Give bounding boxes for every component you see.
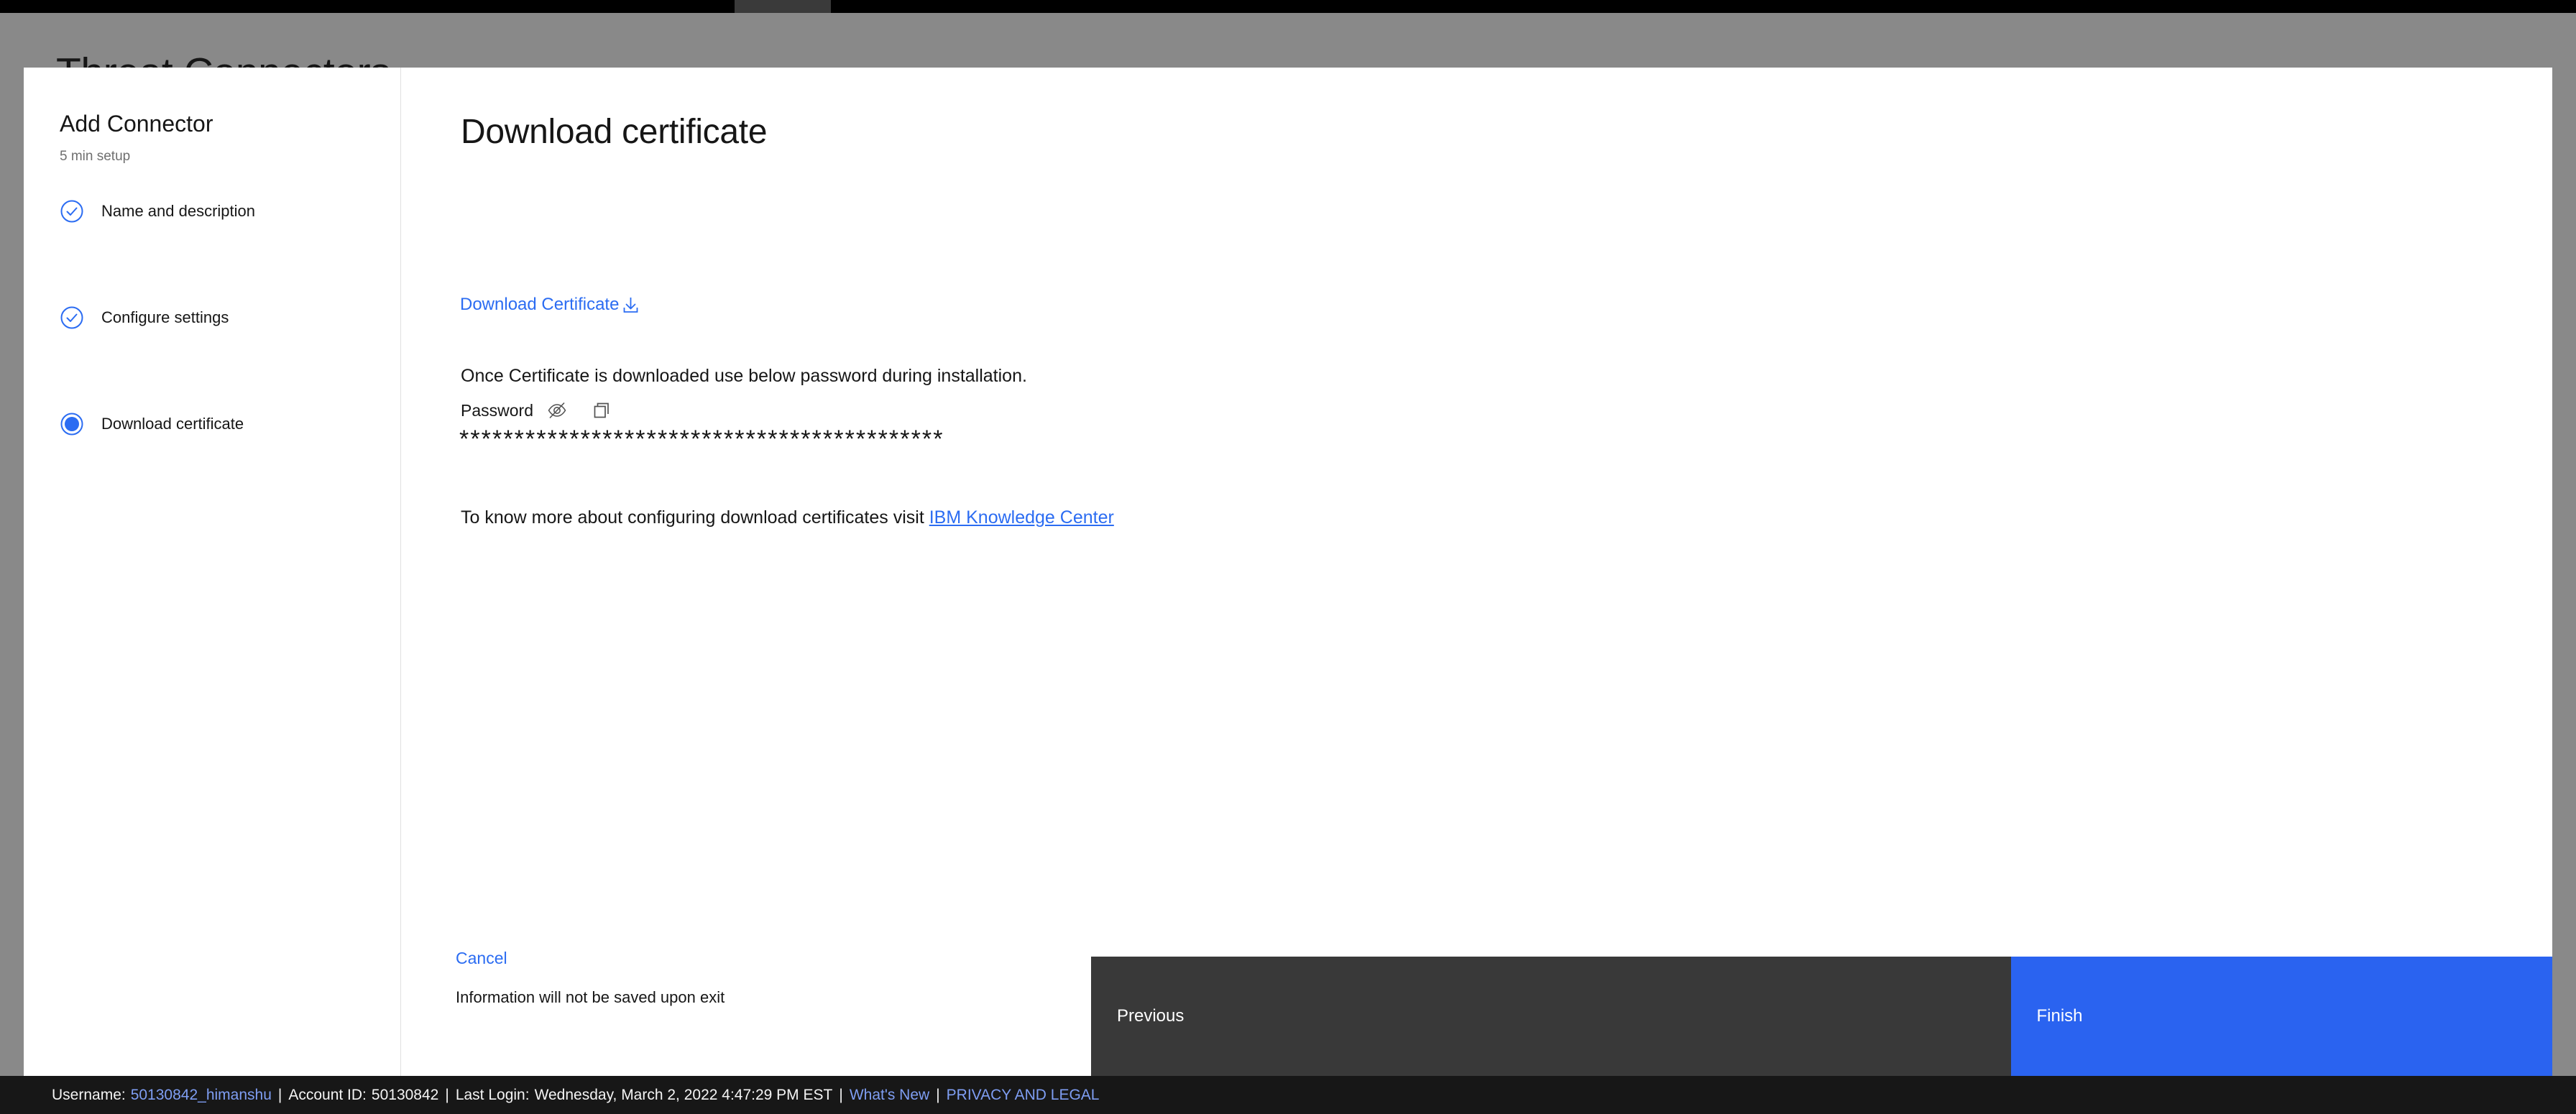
wizard-footer-actions: Previous Finish bbox=[1091, 957, 2552, 1076]
previous-button[interactable]: Previous bbox=[1091, 957, 2011, 1076]
radio-filled-icon bbox=[60, 412, 84, 436]
more-info-text: To know more about configuring download … bbox=[461, 505, 1259, 531]
username-label: Username: bbox=[52, 1086, 126, 1103]
app-background: Threat Connectors Add Connector 5 min se… bbox=[0, 0, 2576, 1114]
account-id-value: 50130842 bbox=[371, 1086, 439, 1103]
sidebar-item-name-and-description[interactable]: Name and description bbox=[60, 197, 376, 226]
status-separator: | bbox=[936, 1086, 940, 1103]
wizard-title: Add Connector bbox=[60, 111, 213, 137]
status-separator: | bbox=[839, 1086, 843, 1103]
add-connector-modal: Add Connector 5 min setup Name and descr… bbox=[24, 68, 2552, 1076]
account-id-label: Account ID: bbox=[288, 1086, 367, 1103]
finish-button[interactable]: Finish bbox=[2010, 957, 2552, 1076]
username-link[interactable]: 50130842_himanshu bbox=[131, 1087, 272, 1104]
wizard-content-pane: Download certificate Download Certificat… bbox=[402, 68, 2552, 1076]
download-certificate-link[interactable]: Download Certificate bbox=[460, 295, 640, 315]
instruction-text: Once Certificate is downloaded use below… bbox=[461, 366, 1027, 386]
more-info-prefix: To know more about configuring download … bbox=[461, 507, 929, 528]
top-bar-active-tab-segment bbox=[735, 0, 831, 13]
password-label: Password bbox=[461, 400, 533, 420]
download-certificate-link-label: Download Certificate bbox=[460, 295, 620, 314]
check-circle-icon bbox=[60, 199, 84, 224]
password-masked-value: ****************************************… bbox=[459, 425, 944, 453]
exit-note: Information will not be saved upon exit bbox=[456, 988, 725, 1006]
whats-new-link[interactable]: What's New bbox=[850, 1087, 929, 1104]
sidebar-item-configure-settings[interactable]: Configure settings bbox=[60, 303, 376, 332]
check-circle-icon bbox=[60, 305, 84, 330]
status-separator: | bbox=[445, 1086, 449, 1103]
wizard-step-list: Name and description Configure settings bbox=[60, 197, 376, 516]
wizard-sidebar: Add Connector 5 min setup Name and descr… bbox=[24, 68, 401, 1076]
last-login-value: Wednesday, March 2, 2022 4:47:29 PM EST bbox=[534, 1086, 833, 1103]
status-separator: | bbox=[277, 1086, 282, 1103]
password-row: Password bbox=[461, 400, 612, 421]
content-title: Download certificate bbox=[461, 113, 768, 151]
cancel-link[interactable]: Cancel bbox=[456, 949, 507, 968]
sidebar-item-label: Name and description bbox=[101, 202, 256, 220]
sidebar-item-label: Download certificate bbox=[101, 415, 244, 433]
sidebar-item-download-certificate[interactable]: Download certificate bbox=[60, 410, 376, 438]
eye-slash-icon[interactable] bbox=[546, 400, 568, 421]
copy-icon[interactable] bbox=[591, 400, 612, 421]
wizard-subtitle: 5 min setup bbox=[60, 149, 131, 164]
ibm-knowledge-center-link[interactable]: IBM Knowledge Center bbox=[929, 507, 1114, 528]
last-login-label: Last Login: bbox=[455, 1086, 530, 1103]
download-icon bbox=[621, 295, 640, 315]
sidebar-item-label: Configure settings bbox=[101, 308, 229, 326]
browser-top-bar bbox=[0, 0, 2576, 13]
privacy-and-legal-link[interactable]: PRIVACY AND LEGAL bbox=[947, 1087, 1100, 1104]
status-bar: Username: 50130842_himanshu | Account ID… bbox=[0, 1076, 2576, 1114]
